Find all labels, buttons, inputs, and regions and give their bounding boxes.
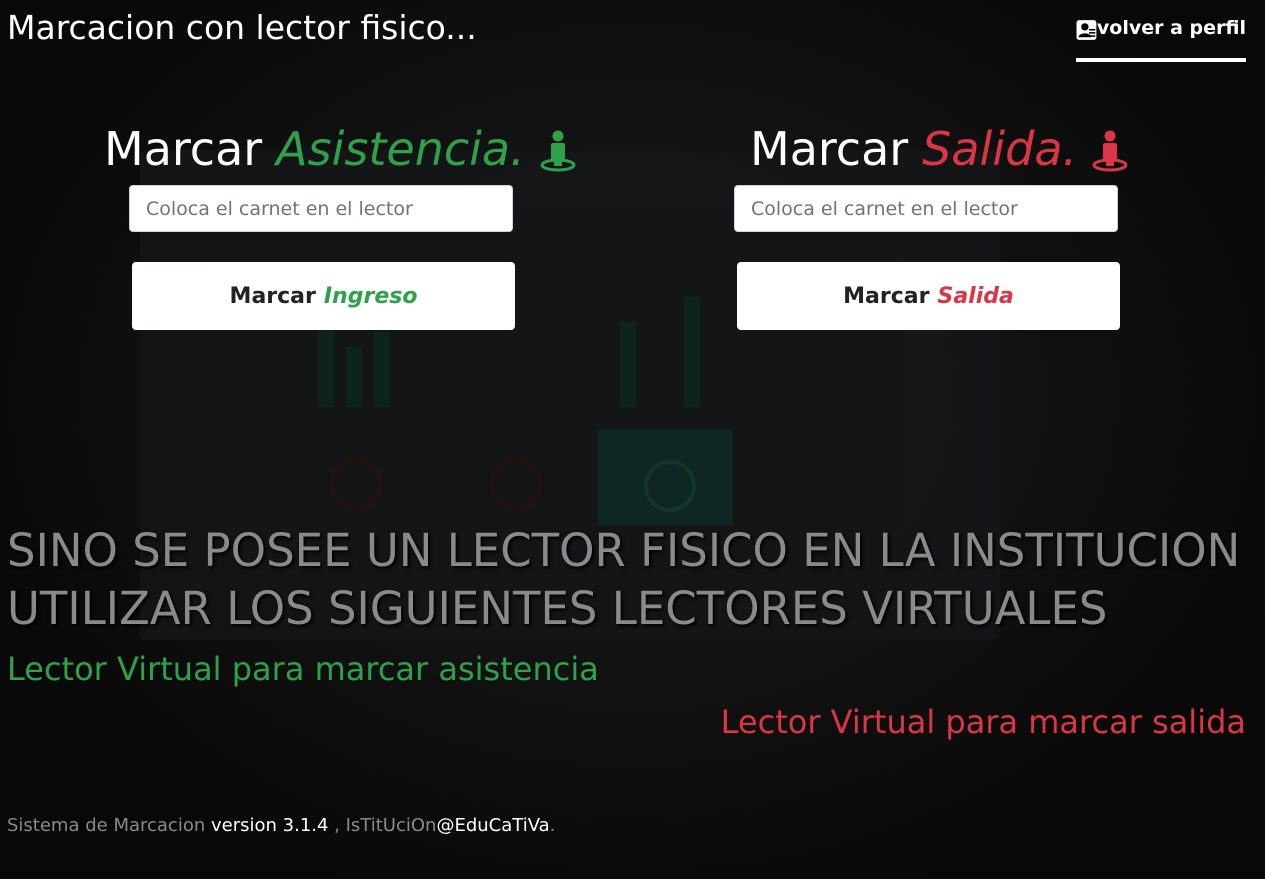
background-bar: [374, 332, 390, 407]
mark-exit-button-prefix: Marcar: [843, 283, 930, 309]
exit-heading: Marcar Salida.: [750, 122, 1129, 176]
background-bar: [318, 317, 334, 407]
background-ring: [330, 458, 382, 510]
attendance-heading-accent: Asistencia.: [276, 122, 525, 176]
exit-heading-accent: Salida.: [922, 122, 1078, 176]
exit-card-input[interactable]: [734, 185, 1118, 232]
notice-line-2: UTILIZAR LOS SIGUIENTES LECTORES VIRTUAL…: [7, 582, 1108, 635]
attendance-heading: Marcar Asistencia.: [104, 122, 577, 176]
mark-exit-button-accent: Salida: [937, 283, 1014, 309]
background-ring: [490, 458, 542, 510]
background-bar: [684, 297, 700, 407]
footer-version: version 3.1.4: [211, 815, 329, 836]
virtual-exit-link[interactable]: Lector Virtual para marcar salida: [721, 703, 1246, 741]
background-ring: [644, 460, 696, 512]
person-location-icon: [540, 130, 576, 172]
mark-entry-button[interactable]: Marcar Ingreso: [132, 262, 515, 330]
attendance-heading-prefix: Marcar: [104, 122, 263, 176]
footer-end: .: [549, 815, 556, 836]
attendance-card-input[interactable]: [129, 185, 513, 232]
virtual-attendance-link[interactable]: Lector Virtual para marcar asistencia: [7, 650, 599, 688]
footer-system-label: Sistema de Marcacion: [7, 815, 206, 836]
page-title: Marcacion con lector fisico...: [7, 8, 477, 47]
background-bar: [346, 347, 362, 407]
back-to-profile-label: volver a perfil: [1096, 17, 1246, 39]
mark-entry-button-prefix: Marcar: [229, 283, 316, 309]
mark-exit-button[interactable]: Marcar Salida: [737, 262, 1120, 330]
footer-separator: ,: [328, 815, 346, 836]
mark-entry-button-accent: Ingreso: [323, 283, 418, 309]
user-card-icon: [1076, 20, 1097, 40]
virtual-reader-notice: SINO SE POSEE UN LECTOR FISICO EN LA INS…: [7, 522, 1240, 638]
background-bar: [620, 322, 636, 407]
notice-line-1: SINO SE POSEE UN LECTOR FISICO EN LA INS…: [7, 524, 1241, 577]
footer: Sistema de Marcacion version 3.1.4 , IsT…: [7, 815, 555, 836]
footer-brand: @EduCaTiVa: [436, 815, 550, 836]
exit-heading-prefix: Marcar: [750, 122, 909, 176]
back-to-profile-link[interactable]: volver a perfil: [1076, 10, 1246, 62]
footer-institution: IsTitUciOn: [345, 815, 437, 836]
person-location-icon: [1092, 130, 1128, 172]
